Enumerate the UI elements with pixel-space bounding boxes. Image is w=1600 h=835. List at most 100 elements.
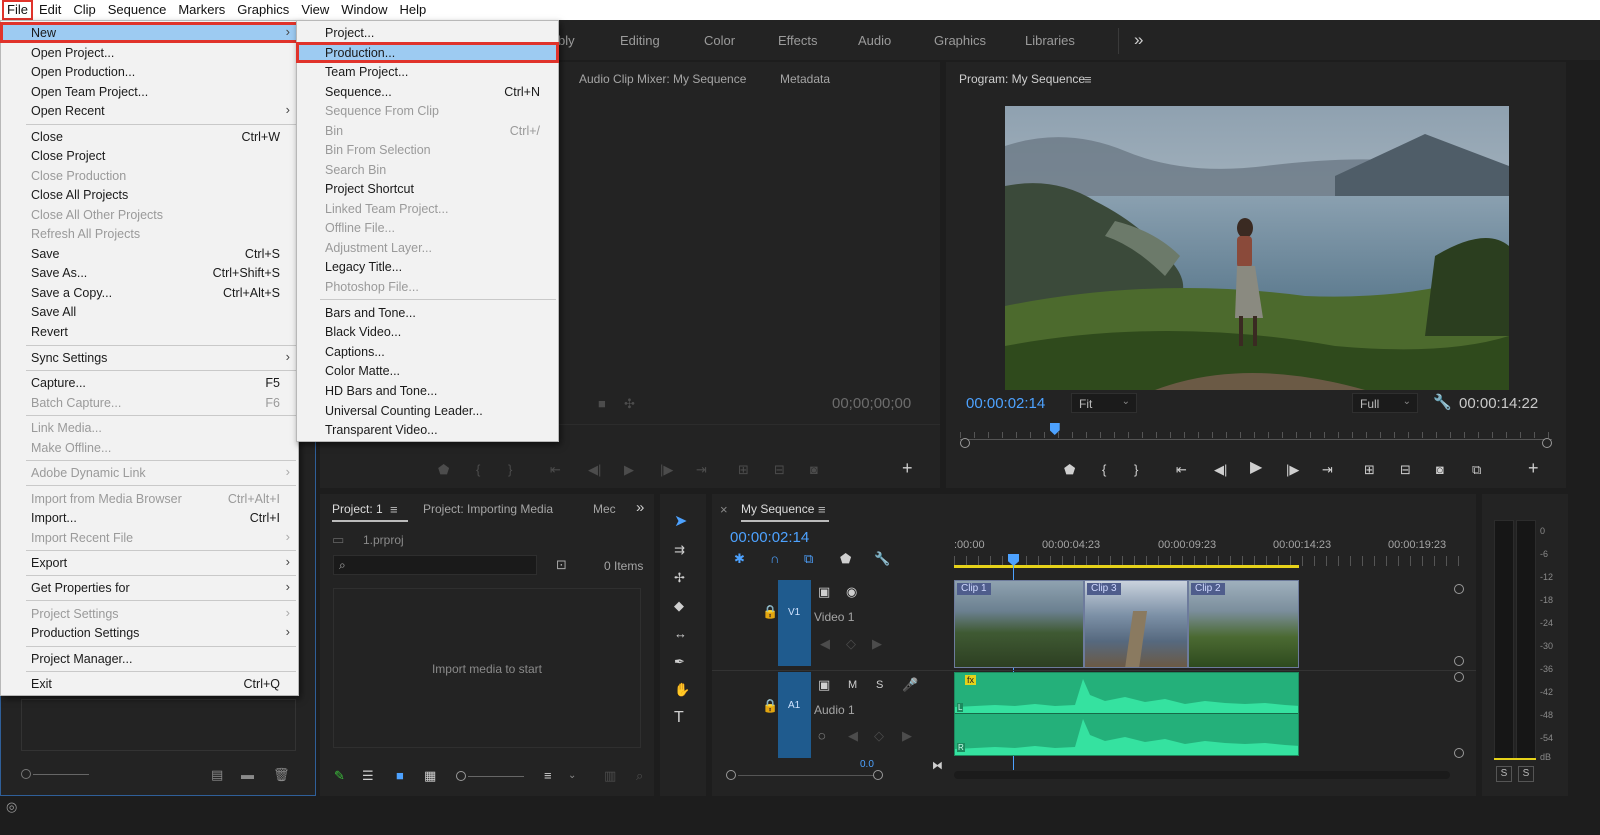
close-icon[interactable]: ×: [720, 502, 728, 518]
hand-tool-icon[interactable]: ✋: [674, 682, 690, 698]
tab-audio-clip-mixer[interactable]: Audio Clip Mixer: My Sequence: [579, 72, 746, 86]
new-menu-item-transparent-video[interactable]: Transparent Video...: [297, 420, 558, 439]
workspace-graphics[interactable]: Graphics: [934, 33, 986, 48]
panel-menu-icon[interactable]: ≡: [390, 502, 398, 518]
panel-menu-icon[interactable]: ≡: [1084, 72, 1092, 88]
program-timecode[interactable]: 00:00:02:14: [966, 395, 1045, 412]
file-menu-item-production-settings[interactable]: Production Settings ›: [1, 623, 298, 642]
solo-button[interactable]: S: [876, 677, 883, 693]
workspace-effects[interactable]: Effects: [778, 33, 818, 48]
insert-icon[interactable]: ⊞: [738, 462, 749, 478]
eye-icon[interactable]: ◉: [846, 584, 857, 600]
razor-tool-icon[interactable]: ◆: [674, 598, 684, 614]
zoom-handle[interactable]: [456, 771, 466, 781]
clip-2[interactable]: Clip 2: [1188, 580, 1299, 668]
slip-tool-icon[interactable]: ↔: [674, 626, 687, 642]
find-icon[interactable]: ⊡: [556, 557, 567, 573]
prev-keyframe-icon[interactable]: ◀: [848, 728, 858, 744]
creative-cloud-icon[interactable]: ◎: [6, 799, 17, 815]
file-menu-item-get-properties-for[interactable]: Get Properties for ›: [1, 578, 298, 597]
file-menu-item-batch-capture[interactable]: Batch Capture... F6: [1, 393, 298, 412]
menu-view[interactable]: View: [295, 0, 335, 20]
file-menu-item-save-a-copy[interactable]: Save a Copy... Ctrl+Alt+S: [1, 283, 298, 302]
add-keyframe-icon[interactable]: ◇: [846, 636, 856, 652]
workspace-color[interactable]: Color: [704, 33, 735, 48]
solo-right-button[interactable]: S: [1518, 766, 1534, 782]
workspace-libraries[interactable]: Libraries: [1025, 33, 1075, 48]
tab-project-1[interactable]: Project: 1: [332, 502, 383, 516]
a-scroll-handle-top[interactable]: [1454, 672, 1464, 682]
tab-media-browser[interactable]: Mec: [593, 502, 616, 516]
workspace-assembly[interactable]: bly: [558, 33, 575, 48]
overflow-icon[interactable]: »: [636, 500, 644, 516]
h-scrollbar[interactable]: [738, 775, 874, 776]
go-to-out-icon[interactable]: ⇥: [1322, 462, 1333, 478]
panel-menu-icon[interactable]: ≡: [818, 502, 826, 518]
new-menu-item-sequence[interactable]: Sequence... Ctrl+N: [297, 82, 558, 101]
nest-icon[interactable]: ✱: [734, 551, 745, 567]
sort-icon[interactable]: ≡: [544, 768, 552, 784]
file-menu-item-close-all-other-projects[interactable]: Close All Other Projects: [1, 205, 298, 224]
new-menu-item-offline-file[interactable]: Offline File...: [297, 218, 558, 237]
file-menu-item-close-project[interactable]: Close Project: [1, 146, 298, 165]
file-menu-item-project-settings[interactable]: Project Settings ›: [1, 604, 298, 623]
file-menu-item-open-team-project[interactable]: Open Team Project...: [1, 82, 298, 101]
export-frame-icon[interactable]: ◙: [1436, 462, 1444, 478]
new-menu-item-bin-from-selection[interactable]: Bin From Selection: [297, 140, 558, 159]
mark-in-icon[interactable]: {: [1102, 462, 1106, 478]
linked-selection-icon[interactable]: ⧉: [804, 551, 813, 567]
type-tool-icon[interactable]: T: [674, 710, 684, 726]
pencil-icon[interactable]: ✎: [334, 768, 345, 784]
drag-icon[interactable]: ✣: [624, 396, 635, 412]
file-menu-item-capture[interactable]: Capture... F5: [1, 373, 298, 392]
tab-project-importing-media[interactable]: Project: Importing Media: [423, 502, 553, 516]
file-menu-item-link-media[interactable]: Link Media...: [1, 418, 298, 437]
add-marker-icon[interactable]: ⬟: [840, 551, 851, 567]
toggle-sync-icon[interactable]: ▣: [818, 584, 830, 600]
file-menu-item-close-all-projects[interactable]: Close All Projects: [1, 185, 298, 204]
h-scroll-handle-right[interactable]: [873, 770, 883, 780]
file-menu-item-project-manager[interactable]: Project Manager...: [1, 649, 298, 668]
overwrite-icon[interactable]: ⊟: [774, 462, 785, 478]
zoom-slider[interactable]: [468, 776, 524, 777]
step-back-icon[interactable]: ◀|: [1214, 462, 1227, 478]
automate-icon[interactable]: ▥: [604, 768, 616, 784]
timeline-timecode[interactable]: 00:00:02:14: [730, 529, 809, 546]
clip-1[interactable]: Clip 1: [954, 580, 1084, 668]
program-scrubber[interactable]: [960, 439, 1552, 440]
play-icon[interactable]: ▶: [1250, 460, 1262, 476]
step-forward-icon[interactable]: |▶: [1286, 462, 1299, 478]
go-to-out-icon[interactable]: ⇥: [696, 462, 707, 478]
zoom-handle-left[interactable]: [960, 438, 970, 448]
trash-icon[interactable]: 🗑: [273, 767, 290, 783]
media-drop-area[interactable]: Import media to start: [333, 588, 641, 748]
file-menu-item-adobe-dynamic-link[interactable]: Adobe Dynamic Link ›: [1, 463, 298, 482]
zoom-slider[interactable]: [33, 774, 89, 775]
new-menu-item-linked-team-project[interactable]: Linked Team Project...: [297, 199, 558, 218]
snap-magnet-icon[interactable]: ∩: [770, 551, 779, 567]
file-menu-item-open-production[interactable]: Open Production...: [1, 62, 298, 81]
timeline-scroll-track[interactable]: [954, 771, 1450, 779]
work-area-bar[interactable]: [954, 565, 1299, 568]
file-menu-item-import[interactable]: Import... Ctrl+I: [1, 508, 298, 527]
workspace-audio[interactable]: Audio: [858, 33, 891, 48]
volume-knob-icon[interactable]: ◌: [818, 728, 826, 744]
v-scroll-handle-bottom[interactable]: [1454, 656, 1464, 666]
microphone-icon[interactable]: 🎤: [902, 677, 918, 693]
next-keyframe-icon[interactable]: ▶: [902, 728, 912, 744]
ripple-edit-tool-icon[interactable]: ✢: [674, 570, 685, 586]
menu-graphics[interactable]: Graphics: [231, 0, 295, 20]
new-menu-item-legacy-title[interactable]: Legacy Title...: [297, 257, 558, 276]
master-volume[interactable]: 0.0: [860, 759, 874, 770]
comparison-view-icon[interactable]: ⧉: [1472, 462, 1481, 478]
selection-tool-icon[interactable]: ➤: [674, 514, 687, 530]
solo-left-button[interactable]: S: [1496, 766, 1512, 782]
toggle-sync-icon[interactable]: ▣: [818, 677, 830, 693]
menu-markers[interactable]: Markers: [172, 0, 231, 20]
pen-tool-icon[interactable]: ✒: [674, 654, 685, 670]
step-forward-icon[interactable]: |▶: [660, 462, 673, 478]
menu-clip[interactable]: Clip: [67, 0, 101, 20]
resolution-dropdown[interactable]: Full ⌄: [1352, 393, 1418, 413]
timeline-settings-icon[interactable]: 🔧: [874, 551, 890, 567]
menu-window[interactable]: Window: [335, 0, 393, 20]
